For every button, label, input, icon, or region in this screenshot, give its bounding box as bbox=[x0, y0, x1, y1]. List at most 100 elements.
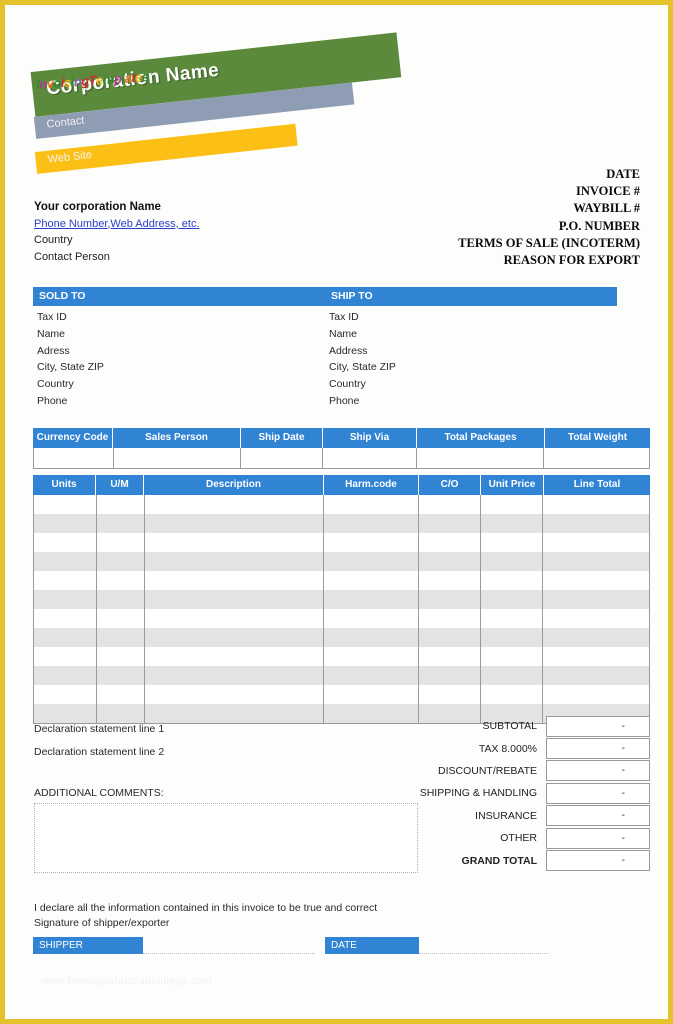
item-cell[interactable] bbox=[97, 495, 145, 514]
item-cell[interactable] bbox=[145, 495, 325, 514]
table-row[interactable] bbox=[34, 685, 649, 704]
item-cell[interactable] bbox=[324, 571, 419, 590]
item-cell[interactable] bbox=[419, 590, 481, 609]
items-table-body[interactable] bbox=[33, 495, 650, 724]
item-cell[interactable] bbox=[543, 628, 649, 647]
item-cell[interactable] bbox=[419, 685, 481, 704]
item-cell[interactable] bbox=[419, 609, 481, 628]
shipping-input-cell[interactable] bbox=[241, 448, 324, 468]
item-cell[interactable] bbox=[97, 628, 145, 647]
table-row[interactable] bbox=[34, 609, 649, 628]
item-cell[interactable] bbox=[324, 647, 419, 666]
shipping-input-cell[interactable] bbox=[416, 448, 545, 468]
total-value[interactable]: - bbox=[546, 827, 650, 849]
table-row[interactable] bbox=[34, 571, 649, 590]
item-cell[interactable] bbox=[97, 666, 145, 685]
table-row[interactable] bbox=[34, 647, 649, 666]
item-cell[interactable] bbox=[34, 552, 97, 571]
item-cell[interactable] bbox=[481, 552, 544, 571]
item-cell[interactable] bbox=[419, 514, 481, 533]
item-cell[interactable] bbox=[145, 533, 325, 552]
item-cell[interactable] bbox=[324, 552, 419, 571]
item-cell[interactable] bbox=[97, 685, 145, 704]
additional-comments-box[interactable] bbox=[34, 803, 418, 873]
item-cell[interactable] bbox=[97, 552, 145, 571]
item-cell[interactable] bbox=[34, 609, 97, 628]
item-cell[interactable] bbox=[543, 495, 649, 514]
item-cell[interactable] bbox=[324, 609, 419, 628]
item-cell[interactable] bbox=[419, 552, 481, 571]
item-cell[interactable] bbox=[481, 628, 544, 647]
table-row[interactable] bbox=[34, 495, 649, 514]
item-cell[interactable] bbox=[419, 666, 481, 685]
shipping-input-cell[interactable] bbox=[323, 448, 417, 468]
item-cell[interactable] bbox=[481, 685, 544, 704]
item-cell[interactable] bbox=[34, 590, 97, 609]
item-cell[interactable] bbox=[145, 571, 325, 590]
item-cell[interactable] bbox=[481, 590, 544, 609]
item-cell[interactable] bbox=[543, 514, 649, 533]
item-cell[interactable] bbox=[543, 666, 649, 685]
item-cell[interactable] bbox=[419, 571, 481, 590]
item-cell[interactable] bbox=[34, 571, 97, 590]
item-cell[interactable] bbox=[481, 571, 544, 590]
company-contact-link[interactable]: Phone Number,Web Address, etc. bbox=[34, 216, 200, 233]
item-cell[interactable] bbox=[145, 628, 325, 647]
item-cell[interactable] bbox=[419, 533, 481, 552]
shipping-table-input-row[interactable] bbox=[33, 448, 650, 469]
shipping-input-cell[interactable] bbox=[544, 448, 649, 468]
item-cell[interactable] bbox=[543, 647, 649, 666]
item-cell[interactable] bbox=[34, 666, 97, 685]
date-signature-line[interactable] bbox=[419, 953, 549, 954]
item-cell[interactable] bbox=[324, 590, 419, 609]
item-cell[interactable] bbox=[543, 609, 649, 628]
item-cell[interactable] bbox=[481, 533, 544, 552]
item-cell[interactable] bbox=[145, 552, 325, 571]
item-cell[interactable] bbox=[481, 495, 544, 514]
item-cell[interactable] bbox=[34, 514, 97, 533]
total-value[interactable]: - bbox=[546, 805, 650, 827]
table-row[interactable] bbox=[34, 552, 649, 571]
item-cell[interactable] bbox=[543, 533, 649, 552]
item-cell[interactable] bbox=[543, 590, 649, 609]
item-cell[interactable] bbox=[419, 628, 481, 647]
shipper-signature-line[interactable] bbox=[143, 953, 315, 954]
item-cell[interactable] bbox=[34, 533, 97, 552]
total-value[interactable]: - bbox=[546, 782, 650, 804]
item-cell[interactable] bbox=[97, 590, 145, 609]
item-cell[interactable] bbox=[145, 666, 325, 685]
total-value[interactable]: - bbox=[546, 738, 650, 760]
item-cell[interactable] bbox=[34, 628, 97, 647]
item-cell[interactable] bbox=[324, 685, 419, 704]
item-cell[interactable] bbox=[324, 666, 419, 685]
item-cell[interactable] bbox=[543, 571, 649, 590]
item-cell[interactable] bbox=[481, 609, 544, 628]
item-cell[interactable] bbox=[34, 495, 97, 514]
total-value[interactable]: - bbox=[546, 850, 650, 872]
item-cell[interactable] bbox=[145, 685, 325, 704]
item-cell[interactable] bbox=[145, 647, 325, 666]
item-cell[interactable] bbox=[324, 514, 419, 533]
table-row[interactable] bbox=[34, 666, 649, 685]
item-cell[interactable] bbox=[97, 533, 145, 552]
item-cell[interactable] bbox=[481, 666, 544, 685]
item-cell[interactable] bbox=[324, 495, 419, 514]
table-row[interactable] bbox=[34, 514, 649, 533]
item-cell[interactable] bbox=[97, 571, 145, 590]
item-cell[interactable] bbox=[97, 514, 145, 533]
item-cell[interactable] bbox=[145, 514, 325, 533]
item-cell[interactable] bbox=[145, 590, 325, 609]
item-cell[interactable] bbox=[34, 685, 97, 704]
shipping-input-cell[interactable] bbox=[34, 448, 114, 468]
item-cell[interactable] bbox=[419, 647, 481, 666]
item-cell[interactable] bbox=[324, 533, 419, 552]
item-cell[interactable] bbox=[543, 552, 649, 571]
item-cell[interactable] bbox=[97, 647, 145, 666]
total-value[interactable]: - bbox=[546, 715, 650, 737]
shipping-input-cell[interactable] bbox=[113, 448, 242, 468]
item-cell[interactable] bbox=[543, 685, 649, 704]
item-cell[interactable] bbox=[419, 495, 481, 514]
table-row[interactable] bbox=[34, 590, 649, 609]
item-cell[interactable] bbox=[145, 704, 325, 723]
table-row[interactable] bbox=[34, 628, 649, 647]
